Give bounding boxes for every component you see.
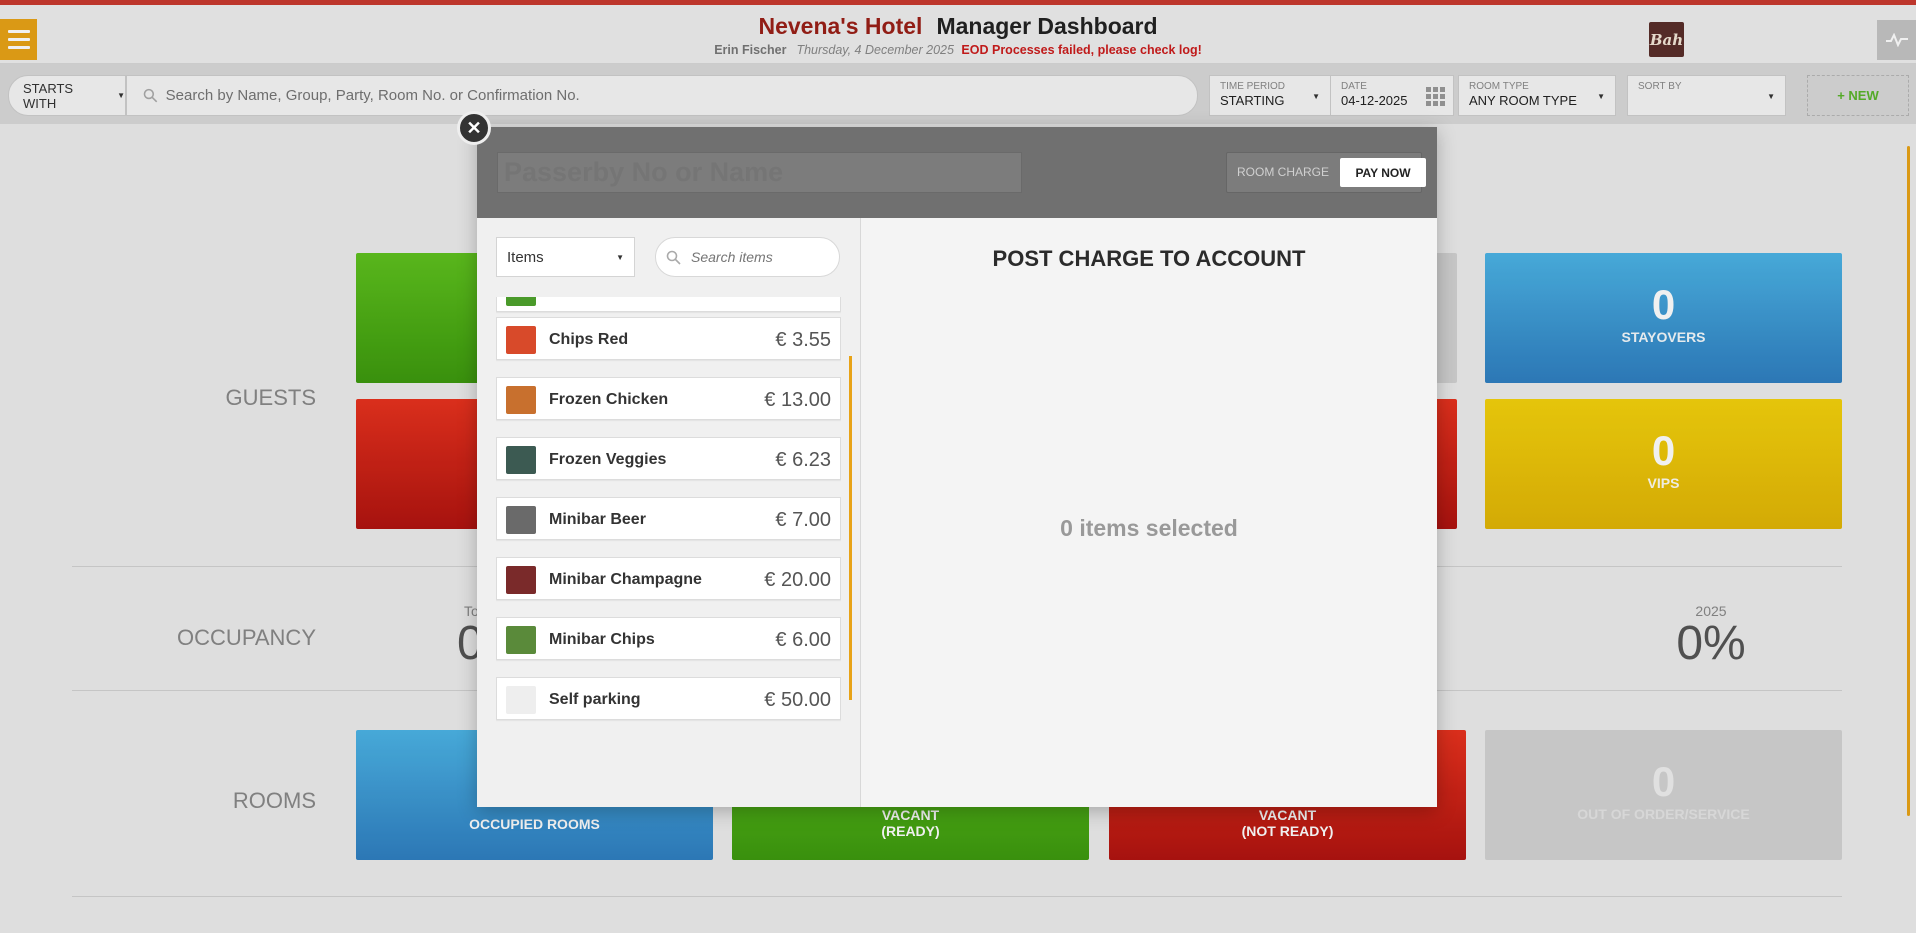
item-name: Minibar Champagne: [549, 571, 702, 588]
item-price: € 3.55: [775, 329, 831, 351]
close-icon[interactable]: ✕: [457, 111, 491, 145]
post-charge-modal: ROOM CHARGE PAY NOW Items ▼ Chips Red € …: [477, 127, 1437, 807]
category-value: Items: [507, 248, 544, 266]
item-price: € 13.00: [764, 389, 831, 411]
items-search-field[interactable]: [655, 237, 840, 277]
item-name: Frozen Chicken: [549, 391, 669, 408]
item-list[interactable]: Chips Red € 3.55 Frozen Chicken € 13.00 …: [496, 297, 841, 727]
selected-items-count: 0 items selected: [1060, 515, 1238, 541]
item-price: € 7.00: [775, 509, 831, 531]
search-icon: [666, 250, 681, 265]
items-search-input[interactable]: [691, 249, 821, 265]
item-price: € 20.00: [764, 569, 831, 591]
item-thumbnail: [506, 386, 536, 414]
items-pane: Items ▼ Chips Red € 3.55 Frozen Chicken …: [477, 218, 861, 807]
list-item[interactable]: Minibar Beer € 7.00: [496, 497, 841, 540]
item-price: € 6.23: [775, 449, 831, 471]
item-price: € 6.00: [775, 629, 831, 651]
item-thumbnail: [506, 626, 536, 654]
caret-down-icon: ▼: [616, 252, 624, 262]
passerby-field[interactable]: [497, 152, 1022, 193]
post-charge-title: POST CHARGE TO ACCOUNT: [992, 246, 1306, 271]
item-name: Minibar Beer: [549, 511, 646, 528]
list-item[interactable]: Self parking € 50.00: [496, 677, 841, 720]
item-thumbnail: [506, 506, 536, 534]
passerby-input[interactable]: [504, 157, 1021, 188]
list-item[interactable]: Minibar Chips € 6.00: [496, 617, 841, 660]
item-list-scrollbar[interactable]: [849, 356, 852, 700]
list-item[interactable]: Minibar Champagne € 20.00: [496, 557, 841, 600]
charge-type-toggle[interactable]: ROOM CHARGE PAY NOW: [1226, 152, 1426, 193]
item-name: Minibar Chips: [549, 631, 655, 648]
item-price: € 50.00: [764, 689, 831, 711]
list-item[interactable]: Frozen Veggies € 6.23: [496, 437, 841, 480]
list-item[interactable]: [496, 297, 841, 312]
item-thumbnail: [506, 297, 536, 306]
item-thumbnail: [506, 446, 536, 474]
room-charge-option[interactable]: ROOM CHARGE: [1237, 165, 1329, 179]
modal-header: ROOM CHARGE PAY NOW: [477, 127, 1437, 218]
category-dropdown[interactable]: Items ▼: [496, 237, 635, 277]
item-name: Chips Red: [549, 331, 629, 348]
pay-now-option[interactable]: PAY NOW: [1340, 158, 1426, 187]
charge-summary-pane: POST CHARGE TO ACCOUNT 0 items selected: [861, 218, 1437, 807]
item-thumbnail: [506, 566, 536, 594]
item-name: Self parking: [549, 691, 641, 708]
list-item[interactable]: Frozen Chicken € 13.00: [496, 377, 841, 420]
list-item[interactable]: Chips Red € 3.55: [496, 317, 841, 360]
item-thumbnail: [506, 686, 536, 714]
item-name: Frozen Veggies: [549, 451, 667, 468]
item-thumbnail: [506, 326, 536, 354]
